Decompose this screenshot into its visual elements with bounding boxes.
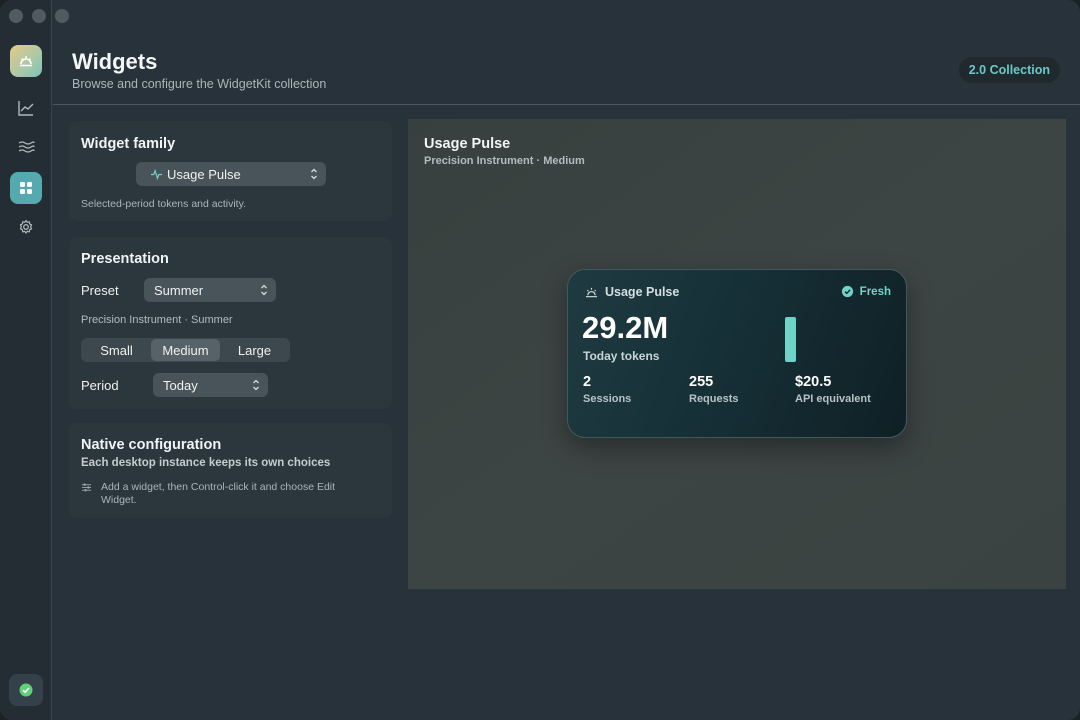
waves-icon: [18, 141, 35, 153]
window-controls: [9, 9, 69, 23]
page-subtitle: Browse and configure the WidgetKit colle…: [72, 77, 327, 91]
sidebar-item-overview[interactable]: [10, 92, 42, 124]
stat-requests: 255 Requests: [689, 374, 739, 405]
sidebar-item-settings[interactable]: [10, 211, 42, 243]
period-label: Period: [81, 378, 119, 393]
native-config-panel: Native configuration Each desktop instan…: [69, 423, 392, 518]
status-indicator[interactable]: [9, 674, 43, 706]
size-medium[interactable]: Medium: [151, 339, 220, 361]
chevron-updown-icon: [261, 284, 267, 296]
page-title: Widgets: [72, 49, 158, 74]
presentation-panel: Presentation Preset Summer Precision Ins…: [69, 237, 392, 409]
gear-icon: [19, 219, 33, 234]
size-small[interactable]: Small: [82, 339, 151, 361]
stat-value: 2: [583, 374, 592, 390]
sidebar: [0, 0, 52, 720]
freshness-badge: Fresh: [841, 285, 891, 298]
zoom-window-button[interactable]: [55, 9, 69, 23]
period-select[interactable]: Today: [153, 373, 268, 397]
minimize-window-button[interactable]: [32, 9, 46, 23]
app-window: Widgets Browse and configure the WidgetK…: [0, 0, 1080, 720]
preset-select[interactable]: Summer: [144, 278, 276, 302]
usage-pulse-widget[interactable]: Usage Pulse Fresh 29.2M Today tokens 2 S…: [567, 269, 907, 438]
sunrise-icon: [585, 287, 598, 297]
collection-badge[interactable]: 2.0 Collection: [958, 57, 1060, 83]
stat-label: Sessions: [583, 393, 632, 405]
header-divider: [53, 104, 1080, 105]
chevron-updown-icon: [311, 168, 317, 180]
period-value: Today: [163, 377, 198, 393]
native-config-subtitle: Each desktop instance keeps its own choi…: [81, 457, 331, 469]
stat-value: 255: [689, 374, 714, 390]
pulse-icon: [150, 168, 163, 180]
sidebar-item-widgets[interactable]: [10, 172, 42, 204]
presentation-title: Presentation: [81, 251, 169, 267]
size-segmented-control: Small Medium Large: [81, 338, 290, 362]
style-caption: Precision Instrument · Summer: [81, 314, 233, 326]
preset-value: Summer: [154, 282, 204, 298]
sliders-icon: [81, 483, 92, 492]
check-circle-icon: [19, 683, 33, 697]
stat-label: Requests: [689, 393, 739, 405]
freshness-label: Fresh: [859, 285, 891, 298]
activity-bar: [785, 317, 796, 362]
native-config-title: Native configuration: [81, 437, 222, 453]
native-config-hint: Add a widget, then Control-click it and …: [101, 481, 336, 506]
widget-name: Usage Pulse: [605, 285, 680, 299]
chart-line-icon: [18, 101, 34, 116]
widget-family-select[interactable]: Usage Pulse: [136, 162, 326, 186]
widget-family-description: Selected-period tokens and activity.: [81, 198, 246, 210]
stat-api-equivalent: $20.5 API equivalent: [795, 374, 871, 405]
main-content: Widgets Browse and configure the WidgetK…: [53, 0, 1080, 720]
widget-family-title: Widget family: [81, 136, 176, 152]
today-tokens-label: Today tokens: [583, 349, 660, 363]
widget-family-value: Usage Pulse: [167, 166, 241, 182]
chevron-updown-icon: [253, 379, 259, 391]
stat-sessions: 2 Sessions: [583, 374, 631, 405]
widget-family-panel: Widget family Usage Pulse Selected-perio…: [69, 121, 392, 221]
sidebar-item-activity[interactable]: [10, 131, 42, 163]
widgets-grid-icon: [20, 182, 32, 194]
size-large[interactable]: Large: [220, 339, 289, 361]
preview-title: Usage Pulse: [424, 136, 511, 152]
widget-header: Usage Pulse: [584, 285, 679, 299]
today-tokens-value: 29.2M: [582, 310, 669, 345]
widget-preview-area: Usage Pulse Precision Instrument · Mediu…: [408, 119, 1066, 589]
preview-subtitle: Precision Instrument · Medium: [424, 155, 585, 167]
close-window-button[interactable]: [9, 9, 23, 23]
preset-label: Preset: [81, 283, 119, 298]
check-circle-icon: [841, 285, 853, 298]
stat-label: API equivalent: [795, 393, 871, 405]
stat-value: $20.5: [795, 374, 832, 390]
app-logo-icon[interactable]: [10, 45, 42, 77]
